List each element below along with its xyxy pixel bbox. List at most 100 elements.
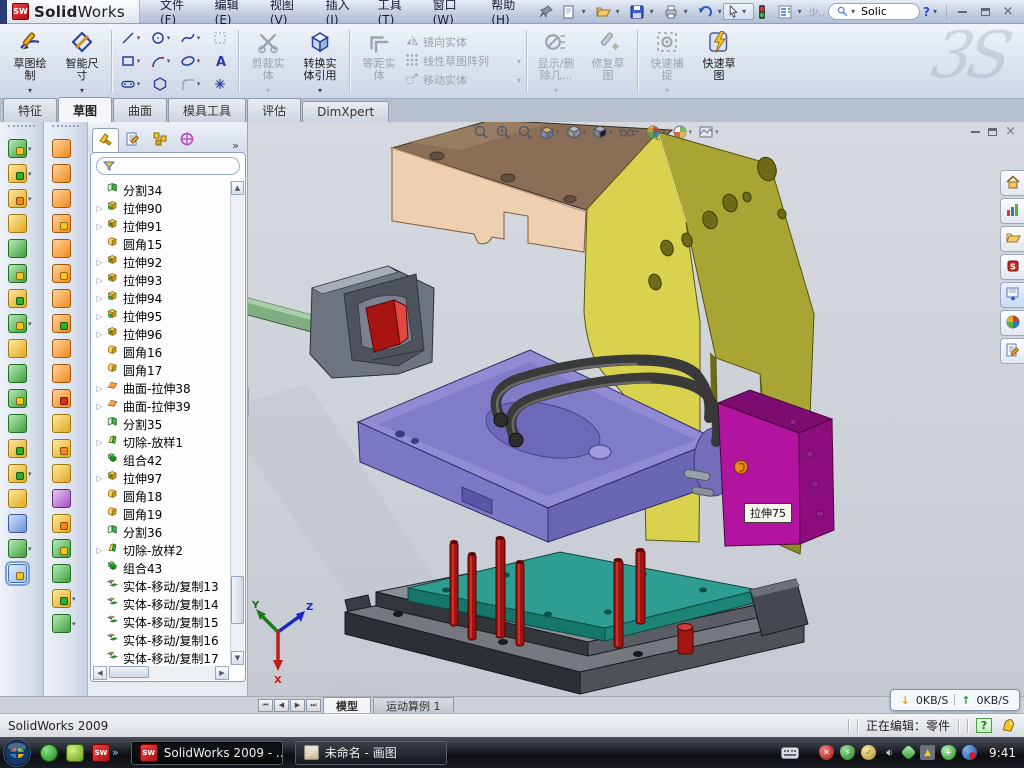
sketch-tool-ellipse[interactable]: ▾: [175, 50, 205, 73]
shell-icon[interactable]: [8, 239, 27, 258]
doc-tab-inactive[interactable]: 运动算例 1: [373, 697, 454, 713]
tree-item[interactable]: 实体-移动/复制14: [93, 595, 231, 613]
swept-surface-icon[interactable]: [52, 139, 71, 158]
restore-button[interactable]: [988, 128, 997, 136]
undo-icon[interactable]: [695, 3, 715, 21]
search-input[interactable]: [861, 5, 911, 18]
ribbon-tab-0[interactable]: 特征: [3, 98, 57, 122]
cylinder-surface-icon[interactable]: [52, 564, 71, 583]
expand-arrow-icon[interactable]: ▷: [95, 258, 104, 267]
lofted-surface-icon[interactable]: [52, 164, 71, 183]
expand-arrow-icon[interactable]: ▷: [95, 546, 104, 555]
knit-surface-icon[interactable]: [52, 414, 71, 433]
restore-button[interactable]: [975, 4, 995, 20]
replace-face-icon[interactable]: [52, 464, 71, 483]
cm-button-repair[interactable]: 修复草 图: [582, 26, 634, 96]
sketch-tool-line[interactable]: ▾: [115, 27, 145, 50]
helix-spiral-icon[interactable]: [52, 614, 71, 633]
close-button[interactable]: ×: [998, 4, 1018, 20]
zoom-area-icon[interactable]: [495, 124, 511, 140]
graphics-viewport[interactable]: Y Z X ▾▾▾▾▾▾▾ × S ◂◂◂ 拉伸75: [248, 122, 1024, 696]
curve-icon[interactable]: [52, 589, 71, 608]
doc-nav-button-2[interactable]: ▶: [290, 699, 305, 712]
cm-button-show-delete[interactable]: 显示/删 除几... ▾: [530, 26, 582, 96]
dropdown-arrow-icon[interactable]: ▾: [28, 86, 32, 96]
tree-horizontal-scrollbar[interactable]: ◀ ▶: [93, 666, 229, 680]
expand-arrow-icon[interactable]: ▷: [95, 474, 104, 483]
sketch-tool-slot[interactable]: ▾: [115, 73, 145, 96]
expand-arrow-icon[interactable]: ▷: [95, 222, 104, 231]
tree-vertical-scrollbar[interactable]: ▲ ▼: [230, 181, 244, 665]
panel-tabs-overflow[interactable]: »: [226, 139, 245, 152]
sketch-tool-rectangle[interactable]: ▾: [115, 50, 145, 73]
expand-arrow-icon[interactable]: ▷: [95, 276, 104, 285]
tree-item[interactable]: 实体-移动/复制16: [93, 631, 231, 649]
save-icon[interactable]: [627, 3, 647, 21]
tree-item[interactable]: ▷ 曲面-拉伸39: [93, 397, 231, 415]
hide-show-items-icon[interactable]: ▾: [619, 124, 640, 140]
dropdown-arrow-icon[interactable]: ▾: [616, 7, 624, 16]
slide-block-body[interactable]: [310, 266, 434, 378]
sketch-tool-point[interactable]: [205, 73, 235, 96]
tree-item[interactable]: 分割36: [93, 523, 231, 541]
dropdown-arrow-icon[interactable]: ▾: [517, 57, 523, 66]
taskpane-tab-custom-properties[interactable]: [1000, 338, 1024, 364]
panel-tab-featuremanager[interactable]: [92, 128, 119, 152]
doc-nav-button-0[interactable]: ⏮: [258, 699, 273, 712]
cm-row-move-entities[interactable]: 移动实体 ▾: [405, 72, 523, 89]
quicklaunch-360safe-icon[interactable]: [66, 744, 84, 762]
expand-arrow-icon[interactable]: ▷: [95, 384, 104, 393]
select-cursor-icon[interactable]: ▾: [729, 3, 749, 21]
view-settings-icon[interactable]: ▾: [698, 124, 719, 140]
cm-button-rapidsketch[interactable]: 快速草 图: [693, 26, 745, 96]
tree-item[interactable]: ▷ 拉伸97: [93, 469, 231, 487]
tray-security-green-icon[interactable]: ⚡: [840, 745, 855, 760]
linear-pattern-icon[interactable]: [8, 314, 27, 333]
cm-button-sketch[interactable]: 草图绘 制 ▾: [4, 26, 56, 96]
trim-surface-icon[interactable]: [52, 364, 71, 383]
start-button[interactable]: [2, 738, 32, 768]
tray-shield-plus-icon[interactable]: +: [941, 745, 956, 760]
boss-extrude-icon[interactable]: [8, 139, 27, 158]
tree-item[interactable]: 分割34: [93, 181, 231, 199]
close-button[interactable]: ×: [1005, 124, 1016, 139]
zoom-to-selection-icon[interactable]: [517, 124, 533, 140]
expand-arrow-icon[interactable]: ▷: [95, 204, 104, 213]
tree-item[interactable]: ▷ 拉伸90: [93, 199, 231, 217]
scroll-right-button[interactable]: ▶: [215, 666, 229, 680]
cut-extrude-icon[interactable]: [8, 164, 27, 183]
scroll-up-button[interactable]: ▲: [231, 181, 244, 195]
reference-axis-icon[interactable]: [8, 514, 27, 533]
tree-item[interactable]: ▷ 切除-放样2: [93, 541, 231, 559]
tree-item[interactable]: 实体-移动/复制13: [93, 577, 231, 595]
cm-button-smartdim[interactable]: 智能尺 寸 ▾: [56, 26, 108, 96]
dropdown-arrow-icon[interactable]: ▾: [266, 86, 270, 96]
filled-surface-icon[interactable]: [52, 214, 71, 233]
boundary-surface-icon[interactable]: [52, 189, 71, 208]
scrollbar-thumb[interactable]: [231, 576, 244, 624]
ruled-surface-icon[interactable]: [52, 314, 71, 333]
rib-icon[interactable]: [8, 264, 27, 283]
section-view-icon[interactable]: ▾: [539, 124, 560, 140]
tree-item[interactable]: ▷ 拉伸92: [93, 253, 231, 271]
minimize-button[interactable]: [971, 130, 980, 133]
tag-icon[interactable]: [1000, 719, 1016, 733]
apply-scene-icon[interactable]: ▾: [672, 124, 693, 140]
tree-item[interactable]: 组合42: [93, 451, 231, 469]
view-orientation-icon[interactable]: ▾: [566, 124, 587, 140]
cm-button-trim[interactable]: 剪裁实 体 ▾: [242, 26, 294, 96]
dropdown-arrow-icon[interactable]: ▾: [28, 545, 35, 553]
scroll-left-button[interactable]: ◀: [93, 666, 107, 680]
expand-arrow-icon[interactable]: ▷: [95, 312, 104, 321]
panel-tab-propertymanager[interactable]: [119, 128, 146, 152]
tray-gold-badge-icon[interactable]: ✓: [861, 745, 876, 760]
tree-item[interactable]: ▷ 曲面-拉伸38: [93, 379, 231, 397]
open-document-icon[interactable]: [593, 3, 613, 21]
instant3d-icon[interactable]: [8, 564, 27, 583]
tree-item[interactable]: ▷ 拉伸91: [93, 217, 231, 235]
dropdown-arrow-icon[interactable]: ▾: [28, 470, 35, 478]
expand-arrow-icon[interactable]: ▷: [95, 438, 104, 447]
tree-item[interactable]: ▷ 切除-放样1: [93, 433, 231, 451]
tree-item[interactable]: 圆角17: [93, 361, 231, 379]
tree-item[interactable]: ▷ 拉伸93: [93, 271, 231, 289]
